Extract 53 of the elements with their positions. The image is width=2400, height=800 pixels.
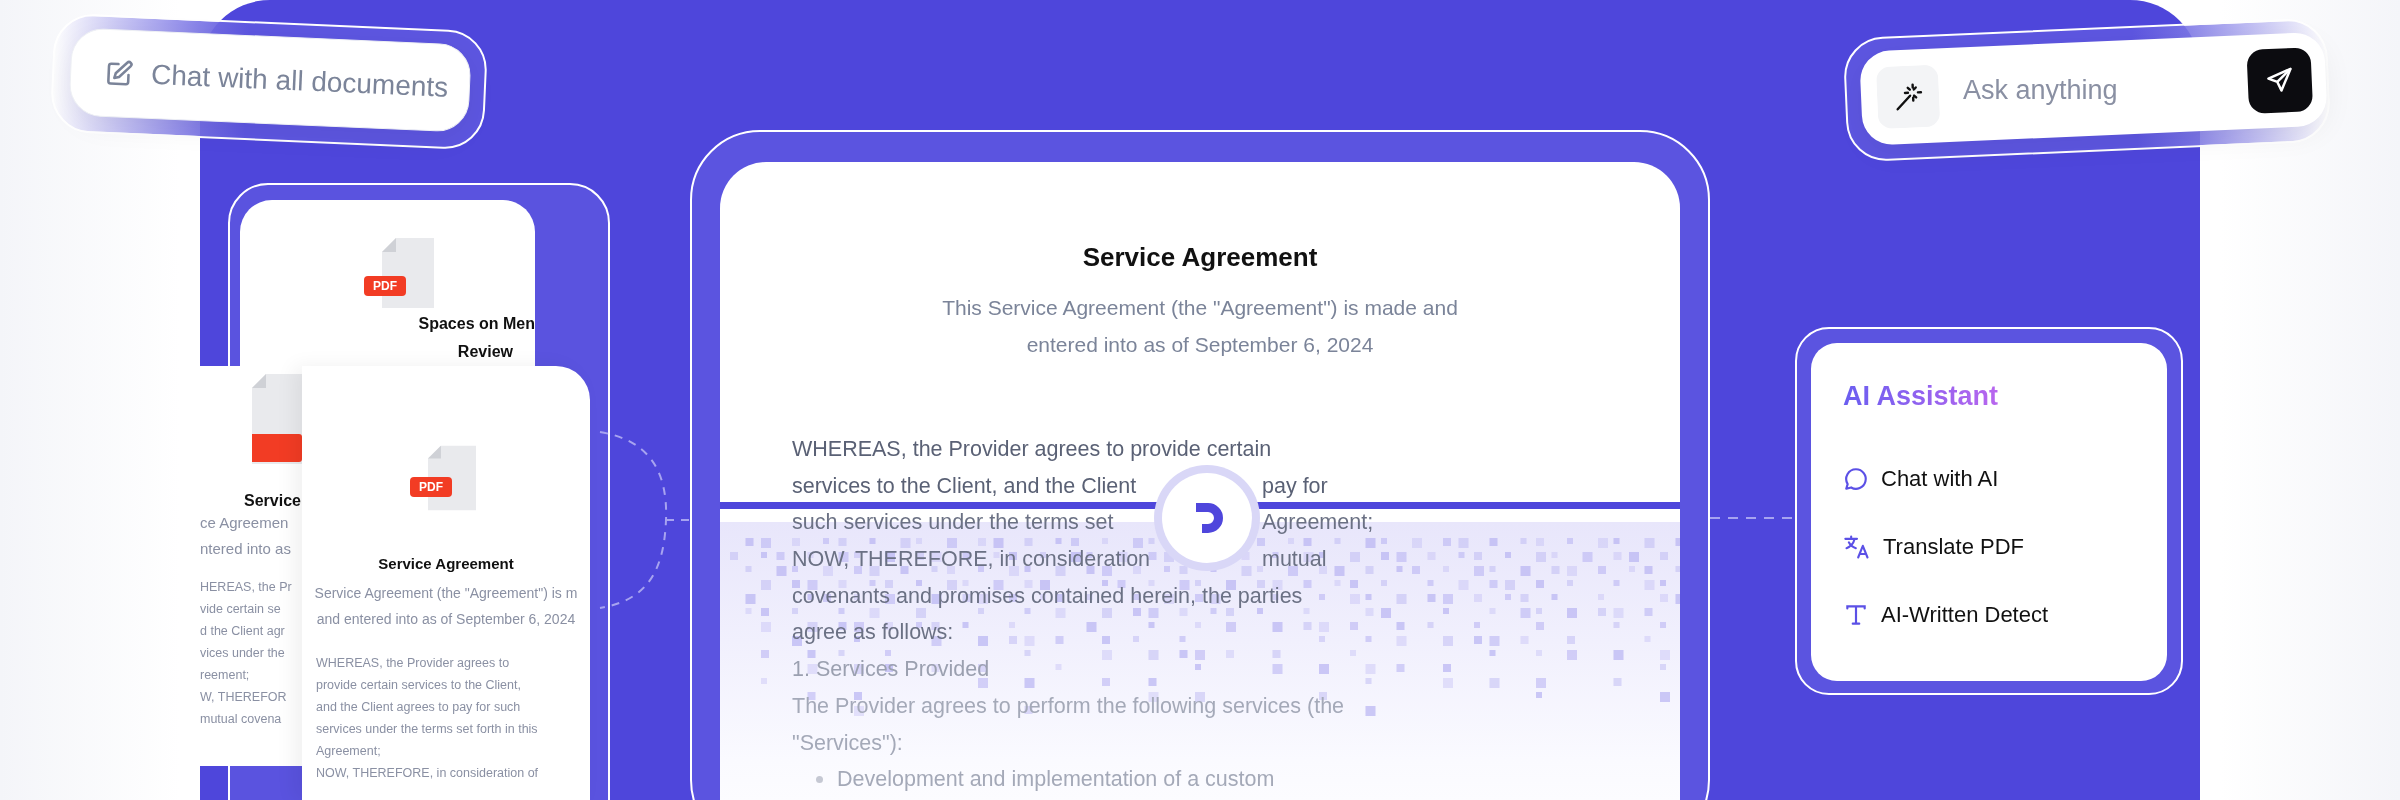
file-icon bbox=[252, 374, 302, 464]
document-text: mutual bbox=[1262, 546, 1327, 574]
document-title: Service Agreement bbox=[1081, 242, 1319, 273]
assistant-menu-item[interactable]: Translate PDF bbox=[1843, 524, 2024, 570]
document-text: "Services"): bbox=[792, 730, 903, 755]
document-text: services to the Client, and the Client bbox=[792, 473, 1137, 498]
document-text: Service Agreement (the "Agreement") is m bbox=[313, 584, 579, 603]
logo-icon bbox=[1152, 463, 1262, 573]
document-text: pay for bbox=[1262, 472, 1328, 500]
document-text: mutual covena bbox=[200, 711, 283, 728]
document-card[interactable]: PDF Spaces on Men Review bbox=[240, 200, 535, 366]
ask-input-field[interactable]: Ask anything bbox=[1963, 73, 2163, 108]
text-icon bbox=[1843, 602, 1869, 628]
document-text: This Service Agreement (the "Agreement") is made and bbox=[941, 295, 1459, 321]
assistant-menu-item[interactable]: AI-Written Detect bbox=[1843, 592, 2049, 638]
chat-with-documents-button[interactable]: Chat with all documents bbox=[68, 27, 472, 133]
document-text: Development and implementation of a custom bbox=[837, 766, 1275, 794]
document-text: NOW, THEREFORE, in consideration of bbox=[316, 765, 540, 782]
document-text: ntered into as bbox=[200, 539, 292, 559]
chat-bubble-icon bbox=[1843, 466, 1869, 492]
document-title: Service bbox=[244, 492, 302, 510]
document-title: Service Agreement bbox=[377, 555, 515, 572]
document-text: and the Client agrees to pay for such bbox=[316, 699, 522, 716]
document-text: WHEREAS, the Provider agrees to bbox=[316, 655, 511, 672]
document-text: such services under the terms set bbox=[792, 510, 1114, 535]
document-text: d the Client agr bbox=[200, 623, 286, 640]
document-text: provide certain services to the Client, bbox=[316, 677, 522, 694]
document-text: 1. Services Provided bbox=[792, 657, 990, 682]
document-text: covenants and promises contained herein, the parties bbox=[792, 583, 1303, 608]
edit-icon bbox=[104, 58, 134, 89]
document-title: Review bbox=[457, 342, 513, 362]
document-text: vide certain se bbox=[200, 601, 282, 618]
assistant-menu-item[interactable]: Chat with AI bbox=[1843, 456, 1999, 502]
translate-icon bbox=[1843, 533, 1871, 561]
magic-wand-icon bbox=[1875, 64, 1941, 130]
document-text: agree as follows: bbox=[792, 620, 954, 645]
document-title: Spaces on Men bbox=[418, 314, 535, 334]
document-text: W, THEREFOR bbox=[200, 689, 288, 706]
document-text: WHEREAS, the Provider agrees to provide certain bbox=[792, 437, 1272, 461]
document-text: services under the terms set forth in this bbox=[316, 721, 539, 738]
document-text: reement; bbox=[200, 667, 251, 684]
document-text: vices under the bbox=[200, 645, 286, 662]
document-text: The Provider agrees to perform the following services (the bbox=[792, 693, 1345, 718]
document-text: HEREAS, the Pr bbox=[200, 579, 293, 596]
document-text: Agreement; bbox=[316, 743, 382, 760]
document-text: NOW, THEREFORE, in consideration bbox=[792, 547, 1151, 572]
send-button[interactable] bbox=[2246, 47, 2314, 114]
document-text: Agreement; bbox=[1262, 509, 1374, 537]
document-text: and entered into as of September 6, 2024 bbox=[315, 610, 577, 629]
document-text: entered into as of September 6, 2024 bbox=[1025, 332, 1375, 358]
document-card[interactable] bbox=[302, 366, 590, 800]
document-text: ce Agreemen bbox=[200, 513, 290, 533]
bullet-dot bbox=[816, 776, 823, 784]
